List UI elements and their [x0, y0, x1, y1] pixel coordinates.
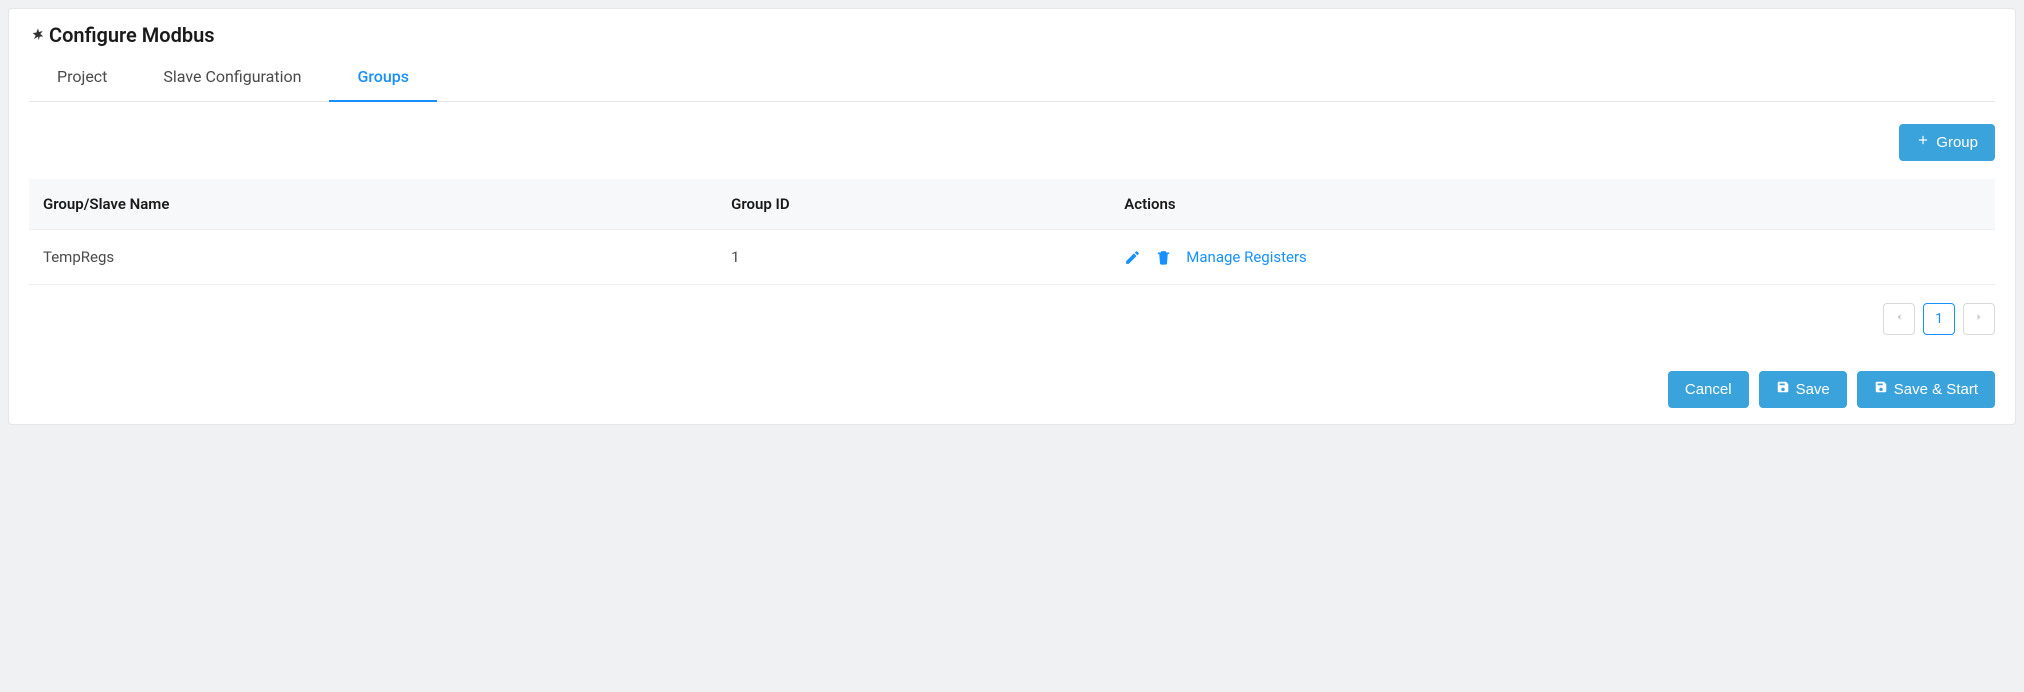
card-header: Configure Modbus Project Slave Configura…	[9, 9, 2015, 102]
save-button[interactable]: Save	[1759, 371, 1847, 408]
chevron-left-icon	[1893, 311, 1905, 327]
add-group-button[interactable]: Group	[1899, 124, 1995, 161]
pagination-prev[interactable]	[1883, 303, 1915, 335]
tab-project[interactable]: Project	[29, 57, 135, 102]
tabs: Project Slave Configuration Groups	[29, 57, 1995, 102]
cancel-label: Cancel	[1685, 379, 1732, 400]
pagination-next[interactable]	[1963, 303, 1995, 335]
plus-icon	[1916, 132, 1930, 153]
add-group-label: Group	[1936, 132, 1978, 153]
col-header-id: Group ID	[717, 179, 1110, 230]
col-header-actions: Actions	[1110, 179, 1995, 230]
save-icon	[1874, 379, 1888, 400]
asterisk-icon	[29, 26, 47, 44]
save-start-label: Save & Start	[1894, 379, 1978, 400]
page-title: Configure Modbus	[49, 23, 215, 47]
config-modbus-card: Configure Modbus Project Slave Configura…	[8, 8, 2016, 425]
table-header-row: Group/Slave Name Group ID Actions	[29, 179, 1995, 230]
col-header-name: Group/Slave Name	[29, 179, 717, 230]
manage-registers-link[interactable]: Manage Registers	[1186, 248, 1307, 266]
footer-actions: Cancel Save Save & Start	[29, 371, 1995, 408]
save-start-button[interactable]: Save & Start	[1857, 371, 1995, 408]
title-row: Configure Modbus	[29, 23, 1995, 47]
cell-group-name: TempRegs	[29, 230, 717, 285]
save-label: Save	[1796, 379, 1830, 400]
pagination: 1	[29, 303, 1995, 335]
tab-slave-configuration[interactable]: Slave Configuration	[135, 57, 329, 102]
content: Group Group/Slave Name Group ID Actions …	[9, 102, 2015, 408]
cancel-button[interactable]: Cancel	[1668, 371, 1749, 408]
chevron-right-icon	[1973, 311, 1985, 327]
toolbar: Group	[29, 124, 1995, 161]
save-icon	[1776, 379, 1790, 400]
groups-table: Group/Slave Name Group ID Actions TempRe…	[29, 179, 1995, 285]
table-row: TempRegs 1 Manage Registers	[29, 230, 1995, 285]
cell-actions: Manage Registers	[1110, 230, 1995, 285]
trash-icon[interactable]	[1155, 249, 1172, 266]
edit-icon[interactable]	[1124, 249, 1141, 266]
pagination-page-1[interactable]: 1	[1923, 303, 1955, 335]
tab-groups[interactable]: Groups	[329, 57, 437, 102]
cell-group-id: 1	[717, 230, 1110, 285]
